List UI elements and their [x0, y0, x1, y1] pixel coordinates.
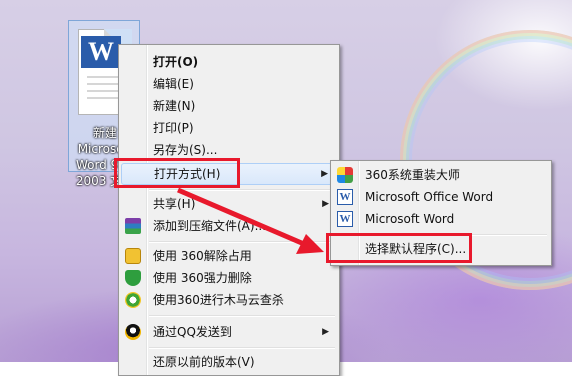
annotation-arrow-icon	[177, 187, 324, 254]
